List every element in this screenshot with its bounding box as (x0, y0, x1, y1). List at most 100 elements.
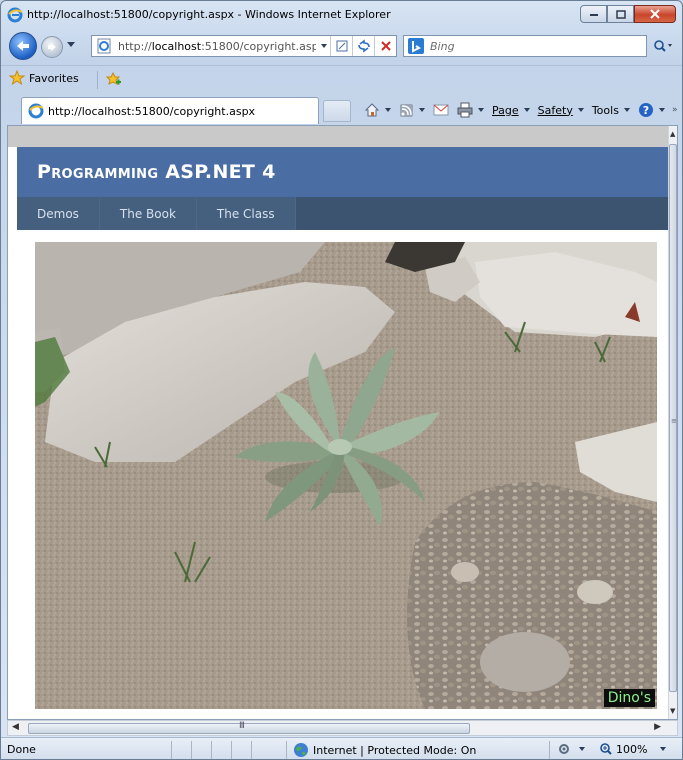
favorites-button[interactable]: Favorites (9, 70, 79, 86)
scroll-right-icon[interactable]: ▶ (654, 722, 661, 732)
horizontal-scrollbar[interactable]: ◀ III ▶ (7, 720, 678, 736)
minimize-button[interactable] (580, 5, 607, 23)
arrow-left-icon (17, 41, 29, 51)
new-tab-button[interactable] (323, 100, 351, 122)
menu-item-demos[interactable]: Demos (17, 197, 100, 230)
chevron-down-icon (623, 108, 630, 112)
feeds-button[interactable] (396, 99, 428, 121)
status-separator (211, 741, 212, 759)
chevron-down-icon (660, 747, 667, 751)
help-icon: ? (638, 103, 653, 117)
svg-text:?: ? (643, 104, 649, 117)
url-prefix: http:// (118, 39, 152, 53)
search-icon[interactable] (653, 39, 673, 53)
chevron-down-icon (478, 108, 484, 112)
security-zone-label: Internet | Protected Mode: On (313, 743, 477, 757)
scroll-left-icon[interactable]: ◀ (12, 722, 19, 732)
safety-menu-label: Safety (537, 103, 573, 117)
maximize-button[interactable] (607, 5, 634, 23)
status-separator (251, 741, 252, 759)
status-text: Done (7, 743, 36, 756)
chevron-down-icon (658, 108, 665, 112)
status-separator (171, 741, 172, 759)
page-menu[interactable]: Page (489, 99, 533, 121)
vertical-scrollbar[interactable]: ▲ ≡ ▼ (668, 126, 677, 719)
chevron-down-icon (523, 108, 530, 112)
security-zone[interactable]: Internet | Protected Mode: On (293, 742, 476, 758)
page-menu-label: Page (492, 103, 519, 117)
maximize-icon (615, 9, 626, 19)
favorites-label: Favorites (29, 71, 79, 85)
tab-copyright[interactable]: http://localhost:51800/copyright.aspx (21, 97, 319, 124)
read-mail-button[interactable] (430, 99, 452, 121)
tools-menu[interactable]: Tools (589, 99, 633, 121)
back-button[interactable] (9, 32, 37, 60)
horizontal-scroll-thumb[interactable]: III (28, 721, 470, 734)
photo-image (35, 242, 657, 709)
status-protected-mode[interactable] (557, 742, 585, 756)
vertical-scroll-thumb[interactable]: ≡ (669, 144, 677, 692)
ie-logo-icon (7, 7, 23, 23)
caption-buttons (580, 5, 676, 23)
menu-item-the-class[interactable]: The Class (196, 197, 296, 230)
search-box[interactable]: Bing (403, 35, 647, 57)
navigation-bar: http://localhost:51800/copyright.asp Bin… (1, 31, 682, 61)
stop-button[interactable] (374, 36, 396, 56)
status-separator (549, 741, 550, 759)
globe-icon (294, 743, 308, 757)
scroll-down-icon[interactable]: ▼ (670, 707, 675, 715)
chevron-down-icon (419, 108, 425, 112)
address-dropdown[interactable] (316, 36, 330, 56)
zoom-icon (600, 743, 612, 755)
chevron-down-icon (385, 108, 391, 112)
site-nav: Demos The Book The Class (17, 197, 670, 230)
site-header: Programming ASP.NET 4 (17, 147, 670, 197)
tab-label: http://localhost:51800/copyright.aspx (48, 104, 256, 118)
page-icon (97, 38, 111, 54)
zoom-level: 100% (616, 742, 648, 756)
menu-item-the-book[interactable]: The Book (99, 197, 197, 230)
compatibility-view-button[interactable] (330, 36, 352, 56)
url-host: localhost (151, 39, 202, 53)
help-menu[interactable]: ? (635, 99, 668, 121)
add-to-favorites-icon[interactable] (105, 71, 123, 87)
close-window-button[interactable] (634, 5, 676, 23)
zoom-control[interactable]: 100% (599, 742, 667, 756)
site-title: Programming ASP.NET 4 (37, 161, 276, 183)
status-separator (286, 741, 287, 759)
settings-icon (559, 744, 569, 754)
ie-page-icon (28, 103, 44, 119)
tools-menu-label: Tools (591, 103, 619, 117)
address-url[interactable]: http://localhost:51800/copyright.asp (118, 40, 316, 53)
forward-button[interactable] (41, 36, 63, 58)
chevron-down-icon (321, 44, 327, 48)
favorites-separator (97, 71, 98, 89)
star-icon (9, 70, 25, 86)
safety-menu[interactable]: Safety (535, 99, 587, 121)
arrow-right-icon (48, 43, 56, 51)
command-bar: Page Safety Tools ? » (361, 98, 677, 122)
scroll-up-icon[interactable]: ▲ (670, 130, 675, 138)
address-bar[interactable]: http://localhost:51800/copyright.asp (91, 35, 397, 57)
site-menu: Demos The Book The Class (17, 197, 670, 230)
close-icon (650, 9, 660, 19)
stop-icon (380, 41, 391, 51)
printer-icon (457, 102, 473, 118)
print-button[interactable] (454, 99, 487, 121)
title-bar: http://localhost:51800/copyright.aspx - … (1, 1, 682, 29)
browser-viewport: Programming ASP.NET 4 Demos The Book The… (7, 125, 678, 720)
refresh-button[interactable] (352, 36, 374, 56)
home-icon (364, 103, 380, 117)
photo-badge: Dino's (603, 689, 655, 707)
tab-bar: http://localhost:51800/copyright.aspx Pa… (1, 94, 682, 124)
refresh-icon (357, 39, 370, 53)
content-area: Dino's (17, 230, 670, 719)
minimize-icon (589, 14, 598, 16)
status-bar: Done Internet | Protected Mode: On 100% (1, 737, 682, 759)
recent-pages-dropdown[interactable] (67, 42, 75, 47)
plant-photo: Dino's (35, 242, 657, 709)
mail-icon (433, 104, 449, 116)
home-button[interactable] (361, 99, 394, 121)
more-commands-chevron-icon[interactable]: » (672, 105, 678, 115)
chevron-down-icon (579, 747, 585, 751)
